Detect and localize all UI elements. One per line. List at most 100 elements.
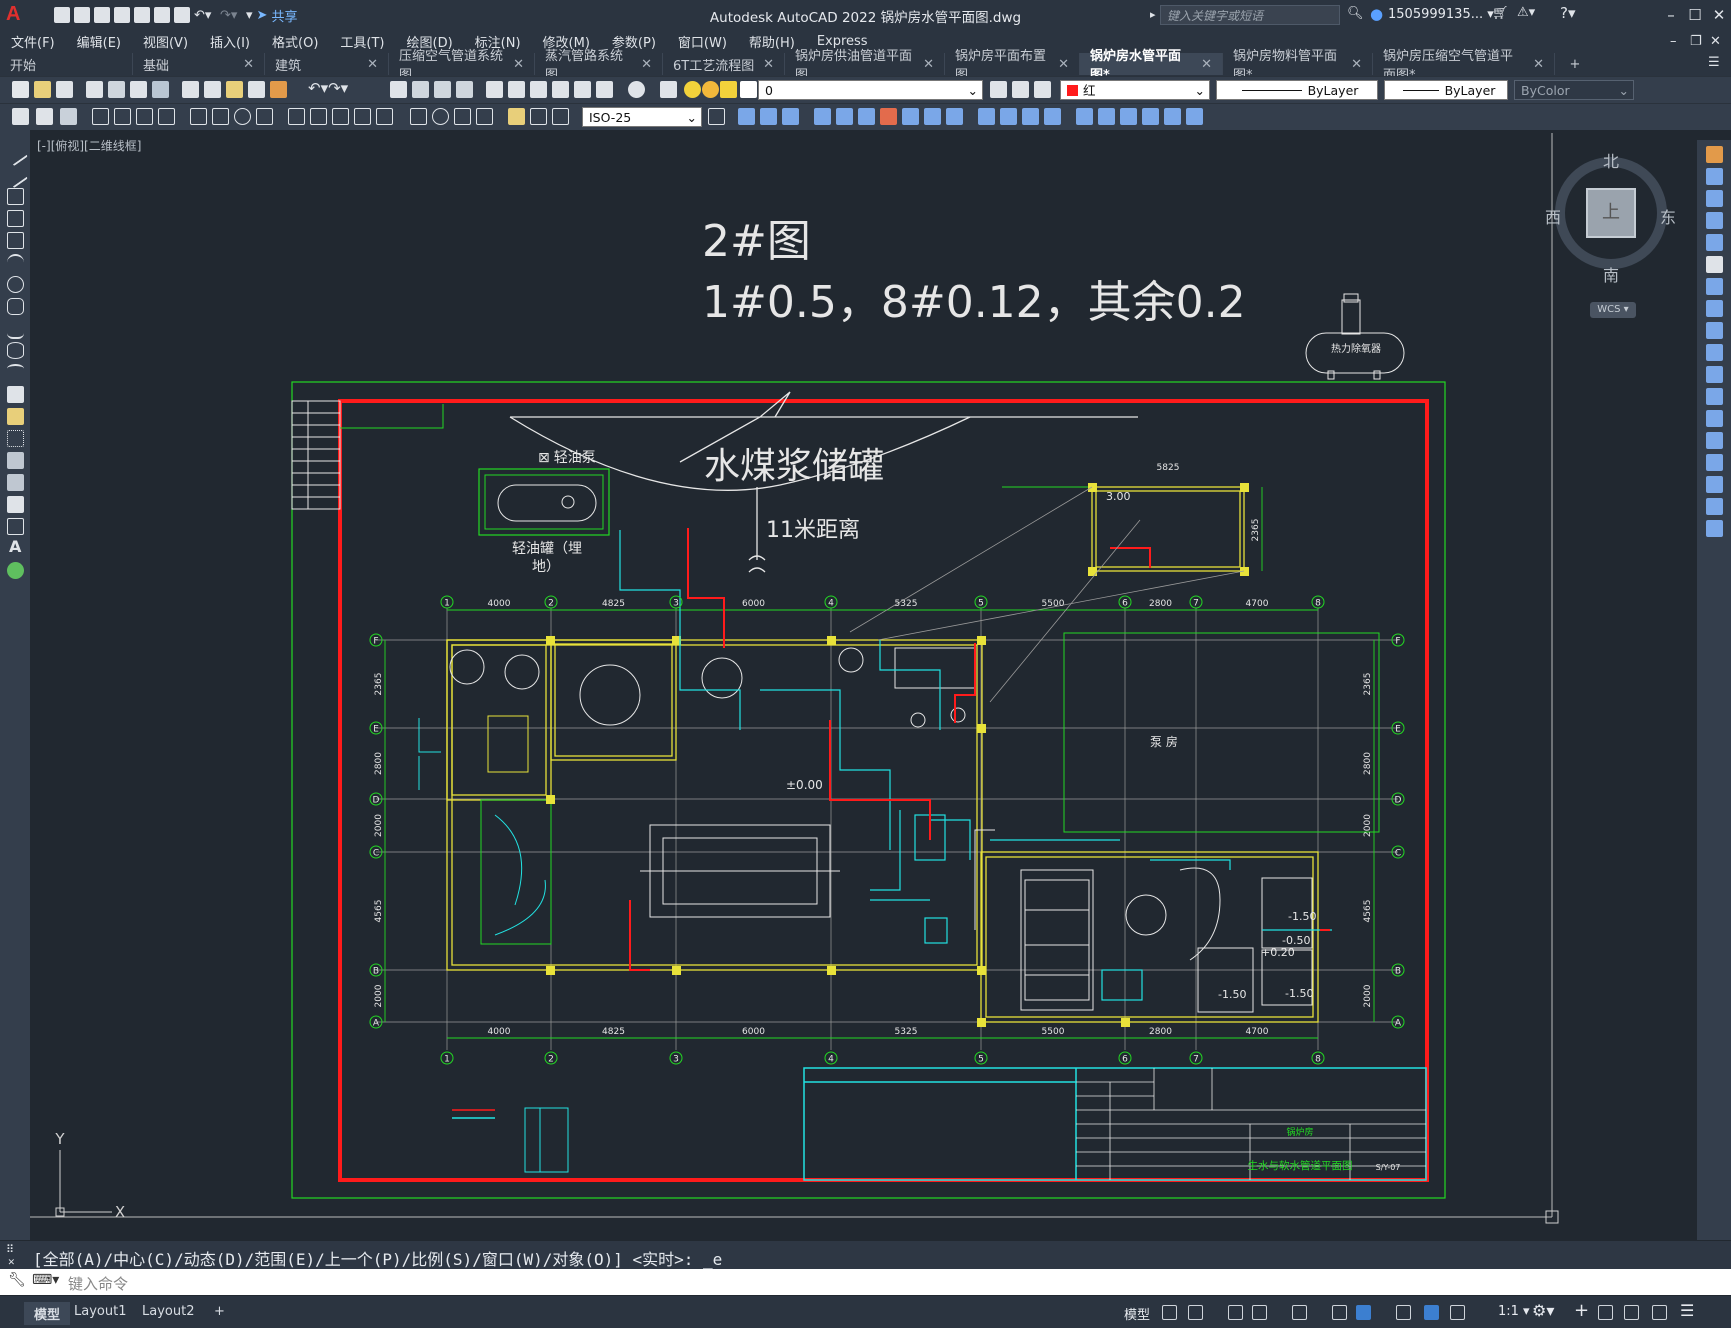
command-prompt-icon[interactable]: ⌨▾ — [32, 1272, 59, 1288]
cut-icon[interactable] — [182, 81, 199, 98]
isolate-objects-icon[interactable] — [1598, 1305, 1613, 1320]
make-current-layer-icon[interactable] — [990, 81, 1007, 98]
compass-south[interactable]: 南 — [1603, 262, 1619, 286]
tab-start[interactable]: 开始 — [0, 53, 133, 75]
snap-icon[interactable] — [1188, 1305, 1203, 1320]
zoom-realtime-icon[interactable] — [412, 81, 429, 98]
search-expand-icon[interactable]: ▸ — [1150, 8, 1156, 21]
break-at-point-icon[interactable] — [1706, 388, 1723, 405]
search-icon[interactable]: 🔍︎ — [1347, 6, 1364, 21]
multiline-text-icon[interactable]: A — [9, 537, 21, 556]
match-properties-icon[interactable] — [248, 81, 265, 98]
hardware-acceleration-icon[interactable] — [1624, 1305, 1639, 1320]
tab-foundation[interactable]: 基础 ✕ — [133, 53, 265, 75]
explode-icon[interactable] — [1044, 108, 1061, 125]
annotation-scale[interactable]: 1:1 ▾ — [1498, 1304, 1530, 1319]
polyline-icon[interactable] — [7, 188, 24, 205]
quickcalc-icon[interactable] — [596, 81, 613, 98]
drawing-canvas[interactable]: Y X 2#图 1#0.5，8#0.12，其余0.2 热力除氧器 水煤浆储罐 1… — [30, 130, 1695, 1240]
close-tab-icon[interactable]: ✕ — [1058, 57, 1069, 72]
new-icon[interactable] — [12, 81, 29, 98]
layer-on-icon[interactable] — [684, 81, 701, 98]
dim-edit-icon[interactable] — [508, 108, 525, 125]
command-input[interactable]: 🔧︎ ⌨▾ 键入命令 — [0, 1269, 1731, 1295]
layer-unlock-icon[interactable] — [720, 81, 737, 98]
tool-palettes-icon[interactable] — [530, 81, 547, 98]
dim-update-icon[interactable] — [552, 108, 569, 125]
arc-length-icon[interactable] — [136, 108, 153, 125]
ellipse-arc-icon[interactable] — [7, 364, 24, 383]
design-center-icon[interactable] — [508, 81, 525, 98]
zoom-window-icon[interactable] — [434, 81, 451, 98]
offset-icon[interactable] — [782, 108, 799, 125]
pan-icon[interactable] — [390, 81, 407, 98]
move-icon[interactable] — [1706, 256, 1723, 273]
dim-text-edit-icon[interactable] — [530, 108, 547, 125]
continue-icon[interactable] — [332, 108, 349, 125]
hatch-icon[interactable] — [7, 452, 24, 469]
customize-menu-icon[interactable]: ☰ — [1680, 1301, 1694, 1320]
array-icon[interactable] — [1706, 234, 1723, 251]
break-at-point-icon[interactable] — [946, 108, 963, 125]
clean-screen-icon[interactable] — [1652, 1305, 1667, 1320]
search-input[interactable]: 键入关键字或短语 — [1160, 5, 1340, 25]
trim-icon[interactable] — [1706, 344, 1723, 361]
array-icon[interactable] — [1076, 108, 1093, 125]
auto-scale-icon[interactable] — [1450, 1305, 1465, 1320]
dimstyle-manager-icon[interactable] — [708, 108, 725, 125]
object-snap-tracking-icon[interactable] — [1332, 1305, 1347, 1320]
tab-layout-plan[interactable]: 锅炉房平面布置图✕ — [945, 49, 1080, 83]
ordinate-icon[interactable] — [158, 108, 175, 125]
erase-icon[interactable] — [1706, 146, 1723, 163]
publish-icon[interactable] — [130, 81, 147, 98]
copy-icon[interactable] — [204, 81, 221, 98]
viewport-controls[interactable]: [-][俯视][二维线框] — [37, 137, 141, 154]
close-tab-icon[interactable]: ✕ — [367, 57, 378, 72]
help-icon[interactable] — [628, 81, 645, 98]
jogged-linear-icon[interactable] — [476, 108, 493, 125]
tab-oil-pipe-plan[interactable]: 锅炉房供油管道平面图✕ — [785, 49, 945, 83]
break-icon[interactable] — [376, 108, 393, 125]
polar-tracking-icon[interactable] — [1252, 1305, 1267, 1320]
close-tab-icon[interactable]: ✕ — [243, 57, 254, 72]
close-tab-icon[interactable]: ✕ — [641, 57, 652, 72]
tab-layout1[interactable]: Layout1 — [64, 1302, 136, 1321]
add-selected-icon[interactable] — [7, 562, 24, 579]
add-icon[interactable]: + — [1574, 1300, 1589, 1321]
properties-icon[interactable] — [12, 108, 29, 125]
plot-preview-icon[interactable] — [108, 81, 125, 98]
maximize-icon[interactable]: ☐ — [1684, 4, 1706, 26]
tab-compressed-air-plan[interactable]: 锅炉房压缩空气管道平面图*✕ — [1373, 49, 1555, 83]
break-icon[interactable] — [1706, 410, 1723, 427]
erase-icon[interactable] — [1098, 108, 1115, 125]
linetype-dropdown[interactable]: ByLayer — [1216, 80, 1378, 100]
stretch-icon[interactable] — [1706, 322, 1723, 339]
compass-north[interactable]: 北 — [1603, 148, 1619, 172]
new-tab-button[interactable]: + — [1555, 53, 1595, 75]
cart-icon[interactable]: 🛒︎ — [1492, 6, 1509, 21]
tab-layout2[interactable]: Layout2 — [132, 1302, 204, 1321]
chamfer-icon[interactable] — [1000, 108, 1017, 125]
markup-icon[interactable] — [574, 81, 591, 98]
gradient-icon[interactable] — [7, 474, 24, 491]
insert-block-icon[interactable] — [7, 386, 24, 403]
fillet-icon[interactable] — [1022, 108, 1039, 125]
point-icon[interactable] — [7, 430, 24, 447]
lineweight-dropdown[interactable]: ByLayer — [1384, 80, 1508, 100]
extend-icon[interactable] — [924, 108, 941, 125]
tolerance-icon[interactable] — [410, 108, 427, 125]
isometric-icon[interactable] — [1292, 1305, 1307, 1320]
doc-restore-icon[interactable]: ❐ — [1690, 34, 1702, 49]
tab-compressed-air-system[interactable]: 压缩空气管道系统图✕ — [389, 49, 535, 83]
edit-spline-icon[interactable] — [1142, 108, 1159, 125]
blend-icon[interactable] — [1120, 108, 1137, 125]
tab-architecture[interactable]: 建筑 ✕ — [265, 53, 389, 75]
open-icon[interactable] — [34, 81, 51, 98]
autodesk-apps-icon[interactable]: ⚠︎▾ — [1517, 5, 1535, 20]
rotate-icon[interactable] — [1706, 278, 1723, 295]
quick-dimension-icon[interactable] — [288, 108, 305, 125]
layer-previous-icon[interactable] — [1012, 81, 1029, 98]
close-tab-icon[interactable]: ✕ — [1351, 57, 1362, 72]
hatch-icon[interactable] — [60, 108, 77, 125]
menu-format[interactable]: 格式(O) — [261, 32, 329, 51]
